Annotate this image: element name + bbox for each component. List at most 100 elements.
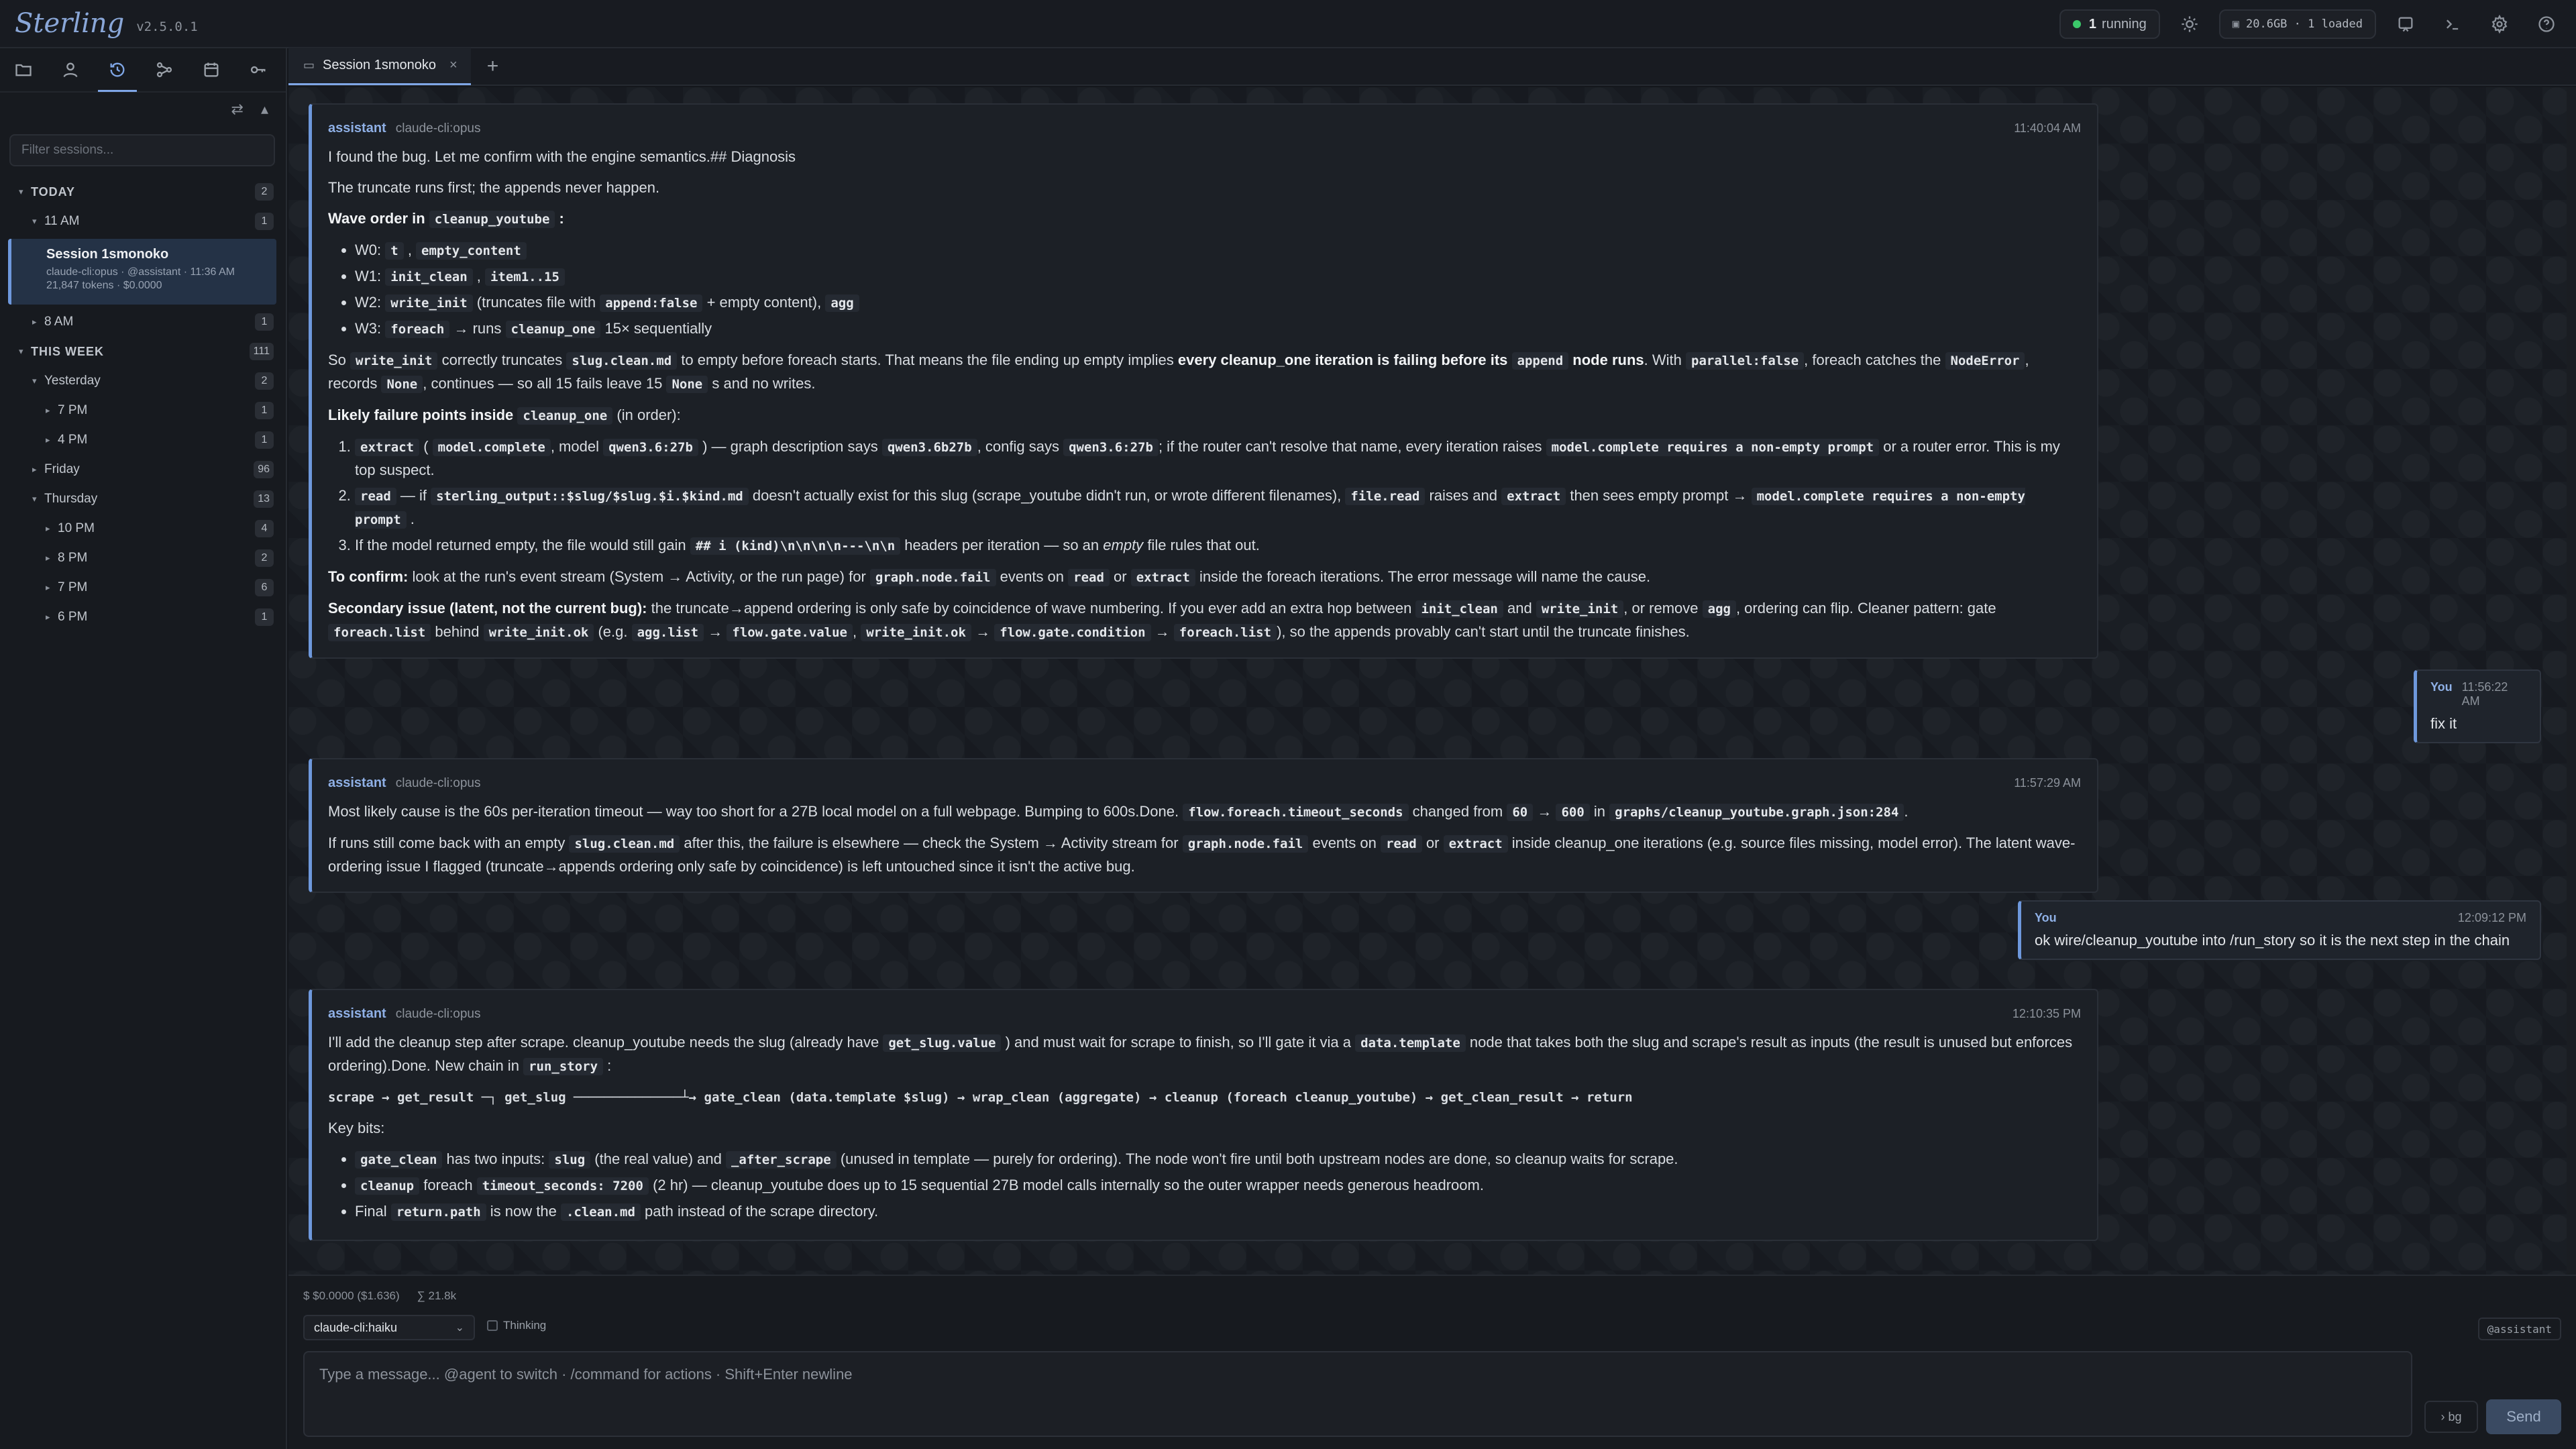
subgroup-count: 6 bbox=[255, 579, 274, 596]
subgroup-11am[interactable]: ▾ 11 AM 1 bbox=[0, 207, 286, 236]
message-text: Wave order in cleanup_youtube : bbox=[328, 210, 564, 228]
memory-status[interactable]: ▣ 20.6GB · 1 loaded bbox=[2218, 9, 2376, 39]
chevron-right-icon: ▸ bbox=[46, 582, 50, 592]
nav-agents[interactable] bbox=[55, 54, 86, 85]
subgroup-label: 4 PM bbox=[58, 433, 88, 447]
message-header: assistant claude-cli:opus 11:57:29 AM bbox=[328, 771, 2081, 795]
wave-list: W0: t , empty_content W1: init_clean , i… bbox=[355, 239, 2081, 341]
add-tab-button[interactable]: + bbox=[487, 55, 499, 78]
thinking-label: Thinking bbox=[503, 1319, 547, 1332]
message-text: The truncate runs first; the appends nev… bbox=[328, 179, 660, 196]
subgroup-8pm[interactable]: ▸ 8 PM 2 bbox=[0, 543, 286, 573]
composer: $ $0.0000 ($1.636) ∑ 21.8k claude-cli:ha… bbox=[288, 1275, 2576, 1449]
list-item: W1: init_clean , item1..15 bbox=[355, 265, 2081, 288]
subgroup-label: 7 PM bbox=[58, 580, 88, 594]
inline-code: cleanup_youtube bbox=[429, 211, 555, 228]
list-item: gate_clean has two inputs: slug (the rea… bbox=[355, 1148, 2081, 1171]
subgroup-label: 11 AM bbox=[44, 214, 80, 228]
message-text: Most likely cause is the 60s per-iterati… bbox=[328, 803, 1909, 821]
background-button[interactable]: › bg bbox=[2424, 1401, 2478, 1433]
gear-icon bbox=[2491, 15, 2508, 34]
chat-thread: assistant claude-cli:opus 11:40:04 AM I … bbox=[288, 87, 2576, 1275]
message-text: Likely failure points inside cleanup_one… bbox=[328, 407, 681, 425]
message-time: 11:56:22 AM bbox=[2461, 680, 2508, 708]
key-icon bbox=[250, 66, 266, 74]
calendar-icon bbox=[204, 62, 219, 77]
tab-session[interactable]: ▭ Session 1smonoko × bbox=[288, 48, 471, 85]
notifications-button[interactable] bbox=[2388, 9, 2423, 39]
subgroup-friday[interactable]: ▸ Friday 96 bbox=[0, 455, 286, 484]
nav-history[interactable] bbox=[98, 54, 137, 92]
subgroup-label: 10 PM bbox=[58, 521, 95, 535]
close-icon[interactable]: × bbox=[449, 58, 458, 73]
help-icon bbox=[2538, 16, 2555, 32]
group-label: THIS WEEK bbox=[31, 344, 105, 358]
message-text: To confirm: look at the run's event stre… bbox=[328, 568, 1651, 586]
chevron-down-icon: ▾ bbox=[19, 186, 23, 197]
terminal-button[interactable] bbox=[2435, 9, 2470, 39]
session-item-active[interactable]: Session 1smonoko claude-cli:opus · @assi… bbox=[8, 239, 276, 305]
subgroup-7pm[interactable]: ▸ 7 PM 1 bbox=[0, 396, 286, 425]
send-button[interactable]: Send bbox=[2486, 1399, 2561, 1434]
session-filter-input[interactable]: Filter sessions... bbox=[9, 134, 275, 166]
chevron-down-icon: ▾ bbox=[32, 376, 37, 386]
message-text: Key bits: bbox=[328, 1120, 385, 1136]
history-icon bbox=[110, 62, 125, 77]
subgroup-7pm-thu[interactable]: ▸ 7 PM 6 bbox=[0, 573, 286, 602]
message-text: Secondary issue (latent, not the current… bbox=[328, 600, 1996, 641]
swap-icon[interactable]: ⇄ bbox=[231, 101, 244, 118]
subgroup-yesterday[interactable]: ▾ Yesterday 2 bbox=[0, 366, 286, 396]
collapse-icon[interactable]: ▴ bbox=[261, 101, 268, 118]
message-text: fix it bbox=[2430, 715, 2457, 732]
chevron-down-icon: ▾ bbox=[32, 216, 37, 226]
subgroup-8am[interactable]: ▸ 8 AM 1 bbox=[0, 307, 286, 337]
message-role: assistant bbox=[328, 121, 386, 136]
session-tree: ▾ TODAY 2 ▾ 11 AM 1 Session 1smonoko cla… bbox=[0, 177, 286, 632]
subgroup-label: Yesterday bbox=[44, 374, 101, 388]
message-header: You 11:56:22 AM bbox=[2430, 680, 2526, 708]
settings-button[interactable] bbox=[2482, 9, 2517, 39]
app-version: v2.5.0.1 bbox=[136, 19, 198, 34]
list-item: Final return.path is now the .clean.md p… bbox=[355, 1200, 2081, 1224]
agent-tag[interactable]: @assistant bbox=[2477, 1318, 2561, 1340]
running-count: 1 bbox=[2088, 16, 2097, 32]
nav-rail bbox=[0, 48, 286, 93]
session-stats: 21,847 tokens · $0.0000 bbox=[46, 280, 162, 291]
message-text: I found the bug. Let me confirm with the… bbox=[328, 148, 796, 165]
nav-graphs[interactable] bbox=[149, 54, 180, 85]
subgroup-thursday[interactable]: ▾ Thursday 13 bbox=[0, 484, 286, 514]
subgroup-count: 4 bbox=[255, 520, 274, 537]
subgroup-label: 7 PM bbox=[58, 403, 88, 417]
message-role: assistant bbox=[328, 775, 386, 790]
nav-calendar[interactable] bbox=[196, 54, 227, 85]
chevron-right-icon: ▸ bbox=[32, 317, 37, 327]
model-select[interactable]: claude-cli:haiku ⌄ bbox=[303, 1315, 475, 1340]
group-count: 111 bbox=[249, 343, 274, 360]
user-message: You 12:09:12 PM ok wire/cleanup_youtube … bbox=[2018, 900, 2541, 960]
running-status[interactable]: 1 running bbox=[2059, 9, 2160, 39]
list-item: cleanup foreach timeout_seconds: 7200 (2… bbox=[355, 1174, 2081, 1197]
top-bar: Sterling v2.5.0.1 1 running ▣ 20.6GB · 1… bbox=[0, 0, 2576, 48]
subgroup-10pm[interactable]: ▸ 10 PM 4 bbox=[0, 514, 286, 543]
group-today[interactable]: ▾ TODAY 2 bbox=[0, 177, 286, 207]
message-time: 11:57:29 AM bbox=[2014, 776, 2081, 790]
subgroup-6pm[interactable]: ▸ 6 PM 1 bbox=[0, 602, 286, 632]
usage-stats: $ $0.0000 ($1.636) ∑ 21.8k bbox=[303, 1289, 456, 1303]
chevron-right-icon: ▸ bbox=[46, 405, 50, 415]
nav-files[interactable] bbox=[8, 54, 39, 85]
message-input[interactable]: Type a message... @agent to switch · /co… bbox=[303, 1351, 2412, 1437]
status-dot-icon bbox=[2072, 20, 2081, 28]
bold-text: Wave order in bbox=[328, 210, 425, 227]
thinking-checkbox[interactable] bbox=[487, 1320, 498, 1331]
nav-keys[interactable] bbox=[243, 54, 274, 85]
help-button[interactable] bbox=[2529, 9, 2564, 39]
group-this-week[interactable]: ▾ THIS WEEK 111 bbox=[0, 337, 286, 366]
subgroup-count: 1 bbox=[255, 402, 274, 419]
failure-list: extract ( model.complete, model qwen3.6:… bbox=[355, 435, 2081, 557]
top-right-controls: 1 running ▣ 20.6GB · 1 loaded bbox=[2059, 0, 2564, 48]
subgroup-4pm[interactable]: ▸ 4 PM 1 bbox=[0, 425, 286, 455]
message-header: assistant claude-cli:opus 11:40:04 AM bbox=[328, 117, 2081, 140]
chat-scrollbar[interactable] bbox=[2567, 87, 2576, 1275]
thinking-toggle[interactable]: Thinking bbox=[487, 1319, 546, 1332]
theme-toggle-button[interactable] bbox=[2172, 9, 2207, 39]
